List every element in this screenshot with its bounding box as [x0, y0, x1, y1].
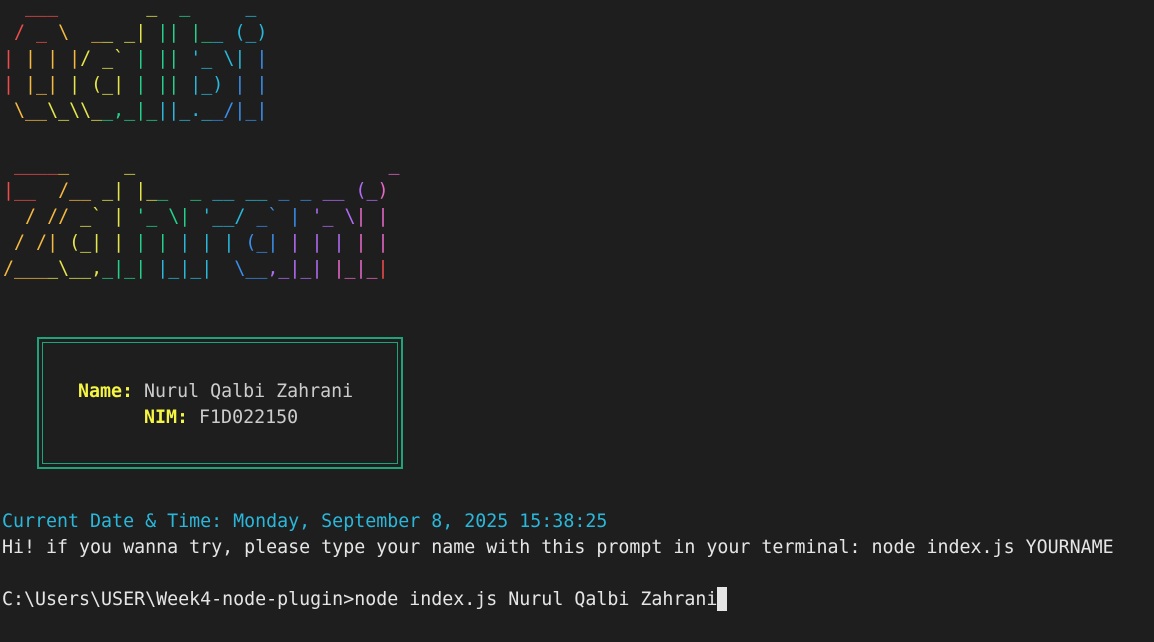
nim-value: F1D022150 — [199, 407, 299, 428]
name-line: Name: Nurul Qalbi Zahrani — [78, 379, 353, 405]
ascii-row: / /| (_| | | | | | | (_| | | | | | — [14, 232, 389, 253]
prompt-path: C:\Users\USER\Week4-node-plugin> — [2, 589, 355, 610]
ascii-row: | |_| | (_| | || |_) | | — [3, 74, 268, 95]
ascii-row: / _ \ __ _| || |__ (_) — [14, 22, 268, 43]
ascii-row: / // _` | '_ \| '__/ _` | '_ \| | — [25, 206, 389, 227]
ascii-row: _____ _ _ — [14, 154, 400, 175]
ascii-row: | | | |/ _` | || '_ \| | — [3, 48, 268, 69]
nim-line: NIM: F1D022150 — [144, 405, 298, 431]
text-cursor — [717, 587, 728, 611]
usage-hint: Hi! if you wanna try, please type your n… — [2, 537, 1114, 558]
ascii-row: ___ _ _ _ — [25, 0, 257, 17]
prompt-command[interactable]: node index.js Nurul Qalbi Zahrani — [354, 589, 717, 610]
ascii-row: |__ /__ _| |__ _ __ __ _ _ __ (_) — [3, 180, 389, 201]
ascii-row: \__\_\\__,_|_||_.__/|_| — [14, 100, 268, 121]
terminal-window[interactable]: ___ _ _ _ / _ \ __ _| || |__ (_) | | | |/… — [0, 0, 1154, 642]
ascii-row: /____\__,_|_| |_|_| \__,_|_| |_|_| — [3, 258, 389, 279]
current-datetime: Current Date & Time: Monday, September 8… — [2, 511, 608, 532]
name-label: Name: — [78, 381, 134, 402]
ascii-banner-zahrani: _____ _ _ |__ /__ _| |__ _ __ __ _ _ __ (… — [3, 152, 400, 282]
name-value: Nurul Qalbi Zahrani — [144, 381, 354, 402]
ascii-banner-qalbi: ___ _ _ _ / _ \ __ _| || |__ (_) | | | |/… — [3, 0, 267, 124]
command-prompt[interactable]: C:\Users\USER\Week4-node-plugin>node ind… — [2, 587, 728, 613]
nim-label: NIM: — [144, 407, 189, 428]
